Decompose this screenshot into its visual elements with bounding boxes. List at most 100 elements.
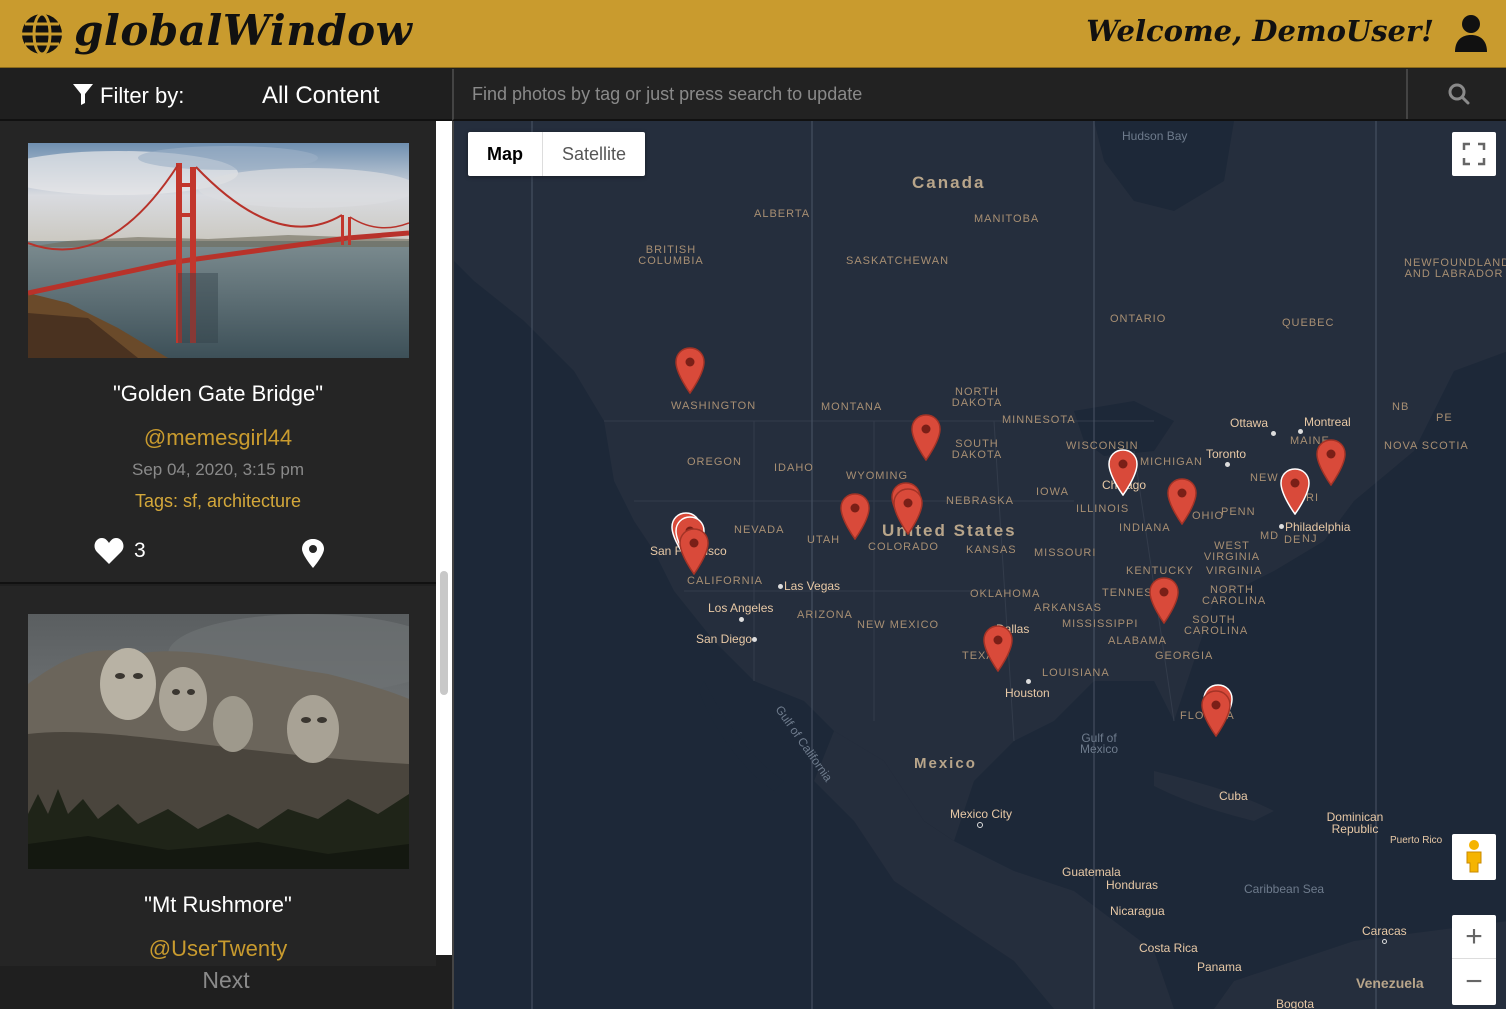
map-label: SOUTH DAKOTA — [951, 438, 1003, 461]
map-label: COLORADO — [868, 541, 939, 553]
map-label: MD — [1260, 530, 1280, 542]
map-label: IOWA — [1036, 486, 1069, 498]
map-label: ONTARIO — [1110, 313, 1167, 325]
map-label: ALABAMA — [1108, 635, 1167, 647]
photo-marker[interactable] — [1107, 448, 1139, 496]
map-label: Mexico — [914, 755, 977, 772]
map-label: Nicaragua — [1110, 904, 1165, 918]
map-label: Venezuela — [1356, 975, 1424, 991]
search-icon — [1448, 83, 1470, 105]
city-marker — [1382, 939, 1387, 944]
photo-marker[interactable] — [1200, 689, 1232, 737]
map-type-satellite-button[interactable]: Satellite — [543, 132, 645, 176]
like-count: 3 — [134, 539, 146, 562]
zoom-in-button[interactable]: + — [1452, 915, 1496, 959]
map-label: Dominican Republic — [1326, 810, 1384, 836]
city-marker — [1279, 524, 1284, 529]
post-tags[interactable]: Tags: sf, architecture — [0, 491, 436, 512]
photo-marker[interactable] — [1279, 467, 1311, 515]
welcome-message: Welcome, DemoUser! — [1086, 14, 1434, 48]
filter-bar: Filter by: All Content — [0, 69, 452, 121]
photo-marker[interactable] — [678, 527, 710, 575]
globe-icon[interactable] — [20, 12, 64, 56]
map-label: UTAH — [807, 534, 841, 546]
photo-card[interactable]: "Golden Gate Bridge" @memesgirl44 Sep 04… — [0, 121, 436, 584]
search-input[interactable] — [454, 69, 1406, 119]
post-title: "Golden Gate Bridge" — [112, 381, 324, 406]
photo-marker[interactable] — [674, 346, 706, 394]
map-view[interactable]: Hudson Bay Canada United States Mexico A… — [452, 121, 1506, 1009]
map-label: NJ — [1302, 533, 1318, 545]
map-label: ARKANSAS — [1034, 602, 1102, 614]
map-label: LOUISIANA — [1042, 667, 1110, 679]
map-label: Houston — [1005, 686, 1050, 700]
app-header: globalWindow Welcome, DemoUser! — [0, 0, 1506, 68]
filter-icon[interactable] — [72, 83, 94, 105]
map-label: CALIFORNIA — [687, 575, 764, 587]
post-username[interactable]: @UserTwenty — [0, 936, 436, 962]
app-title[interactable]: globalWindow — [74, 6, 412, 55]
filter-dropdown[interactable]: All Content — [262, 82, 379, 110]
map-label: Cuba — [1219, 789, 1248, 803]
map-label: Los Angeles — [708, 601, 774, 615]
map-type-map-button[interactable]: Map — [468, 132, 543, 176]
map-label: MISSISSIPPI — [1062, 618, 1139, 630]
map-label: PE — [1436, 412, 1453, 424]
photo-marker[interactable] — [839, 492, 871, 540]
search-button[interactable] — [1406, 69, 1506, 119]
street-view-button[interactable] — [1452, 834, 1496, 880]
map-label: MANITOBA — [974, 213, 1040, 225]
map-label: MICHIGAN — [1140, 456, 1203, 468]
photo-marker[interactable] — [1166, 477, 1198, 525]
map-label: MINNESOTA — [1002, 414, 1076, 426]
next-page-button[interactable]: Next — [0, 967, 452, 994]
post-username[interactable]: @memesgirl44 — [0, 425, 436, 451]
photo-marker[interactable] — [892, 487, 924, 535]
map-label: Costa Rica — [1139, 941, 1198, 955]
map-label: ILLINOIS — [1076, 503, 1130, 515]
zoom-out-button[interactable]: − — [1452, 960, 1496, 1004]
scrollbar-thumb[interactable] — [440, 571, 448, 695]
map-label: ARIZONA — [797, 609, 853, 621]
feed-scrollbar[interactable] — [436, 121, 452, 955]
mt-rushmore-photo[interactable] — [28, 614, 409, 869]
photo-marker[interactable] — [982, 624, 1014, 672]
fullscreen-icon — [1462, 142, 1486, 166]
location-pin-icon[interactable] — [300, 538, 326, 568]
map-label: NEW MEXICO — [857, 619, 940, 631]
map-label: NORTH DAKOTA — [951, 386, 1003, 409]
map-label: Bogota — [1276, 997, 1315, 1009]
map-label: NEVADA — [734, 524, 785, 536]
photo-marker[interactable] — [1148, 576, 1180, 624]
search-bar — [452, 69, 1506, 121]
map-label: NB — [1392, 401, 1410, 413]
map-label: MONTANA — [821, 401, 883, 413]
map-label: QUEBEC — [1282, 317, 1335, 329]
map-label: Panama — [1197, 960, 1242, 974]
map-label: Gulf of Mexico — [1079, 731, 1118, 756]
heart-icon — [94, 538, 124, 564]
photo-card[interactable]: "Mt Rushmore" @UserTwenty — [0, 586, 436, 966]
user-icon[interactable] — [1454, 14, 1488, 52]
photo-marker[interactable] — [910, 413, 942, 461]
map-label: Guatemala — [1062, 865, 1121, 879]
city-marker — [739, 617, 744, 622]
city-marker — [977, 822, 983, 828]
like-button[interactable]: 3 — [94, 537, 154, 567]
city-marker — [1026, 679, 1031, 684]
map-label: Honduras — [1106, 878, 1159, 892]
map-label: Mexico City — [950, 807, 1013, 821]
map-label: NORTH CAROLINA — [1202, 584, 1267, 607]
golden-gate-photo[interactable] — [28, 143, 409, 358]
map-label: MISSOURI — [1034, 547, 1097, 559]
map-label: NEWFOUNDLAND AND LABRADOR — [1404, 257, 1506, 280]
map-label: Caracas — [1362, 924, 1407, 938]
filter-label: Filter by: — [100, 83, 185, 108]
photo-marker[interactable] — [1315, 438, 1347, 486]
map-label: Ottawa — [1230, 416, 1269, 430]
fullscreen-button[interactable] — [1452, 132, 1496, 176]
map-label: Caribbean Sea — [1244, 882, 1325, 896]
map-label: NEBRASKA — [946, 495, 1014, 507]
map-label: WEST VIRGINIA — [1203, 540, 1261, 563]
map-label: Las Vegas — [784, 579, 841, 593]
